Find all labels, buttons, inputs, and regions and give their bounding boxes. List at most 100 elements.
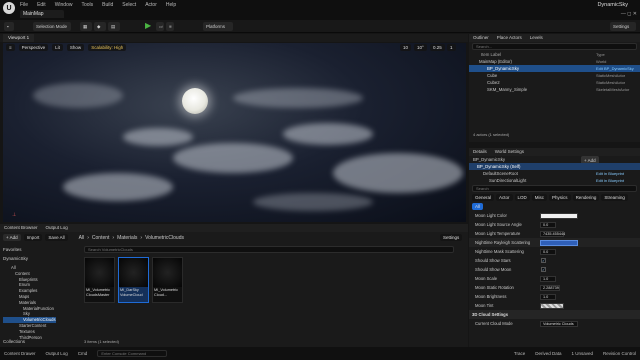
grid-snap[interactable]: 1 (447, 44, 456, 51)
tab-details[interactable]: Details (473, 149, 487, 155)
unsaved-button[interactable]: 1 Unsaved (571, 351, 593, 356)
path-volumetricclouds[interactable]: VolumetricClouds (145, 235, 184, 241)
content-search[interactable]: Search VolumetricClouds (84, 246, 454, 253)
table-row[interactable]: Cube2 StaticMeshActor (469, 79, 640, 86)
viewport-scene[interactable] (3, 43, 466, 222)
filter-tabs: General Actor LOD Misc Physics Rendering… (469, 193, 640, 211)
select-mode-dropdown[interactable]: Selection Mode (33, 22, 71, 31)
stop-icon[interactable]: ■ (166, 22, 174, 31)
asset-tile[interactable]: MI_Volumetric Cloud... (152, 257, 183, 303)
path-materials[interactable]: Materials (117, 235, 137, 241)
lit-button[interactable]: Lit (52, 44, 63, 51)
checkbox[interactable]: ✓ (541, 258, 546, 263)
menu-window[interactable]: Window (55, 2, 73, 8)
edit-blueprint-link[interactable]: Edit in Blueprint (596, 171, 624, 176)
color-swatch[interactable] (540, 212, 578, 219)
show-button[interactable]: Show (66, 44, 85, 51)
filter-physics[interactable]: Physics (549, 194, 571, 201)
prop-value[interactable]: 0.0 (540, 248, 556, 255)
grid-size[interactable]: 10 (400, 44, 412, 51)
viewport-menu-icon[interactable]: ≡ (6, 44, 15, 51)
collections-header[interactable]: Collections (3, 339, 25, 344)
prop-value[interactable]: 1.0 (540, 275, 556, 282)
component-row[interactable]: SunDirectionalLight Edit in Blueprint (469, 177, 640, 184)
import-button[interactable]: Import (23, 234, 43, 241)
color-swatch[interactable] (540, 302, 564, 309)
derived-data-button[interactable]: Derived Data (535, 351, 561, 356)
cloud (283, 123, 373, 145)
cloud-mode-dropdown[interactable]: Volumetric Clouds (540, 320, 578, 327)
menu-actor[interactable]: Actor (145, 2, 157, 8)
component-row[interactable]: DefaultSceneRoot Edit in Blueprint (469, 170, 640, 177)
sequence-icon[interactable]: ▤ (108, 22, 120, 31)
platforms-dropdown[interactable]: Platforms (203, 22, 233, 31)
tab-content-browser[interactable]: Content Browser (4, 225, 38, 231)
filter-actor[interactable]: Actor (496, 194, 513, 201)
table-row[interactable]: SKM_Manny_Simple SkeletalMeshActor (469, 86, 640, 93)
output-log-button[interactable]: Output Log (46, 351, 68, 356)
checkbox[interactable]: ✓ (541, 267, 546, 272)
favorites-header[interactable]: Favorites (3, 247, 22, 252)
asset-tile[interactable]: MI_Volumetric CloudsMaster (84, 257, 115, 303)
tab-world-settings[interactable]: World Settings (495, 149, 524, 155)
play-icon[interactable]: ▶ (145, 21, 151, 30)
prop-value[interactable]: 0.0 (540, 221, 556, 228)
trace-button[interactable]: Trace (514, 351, 525, 356)
project-header[interactable]: DynamicSky (3, 256, 28, 261)
filter-all[interactable]: All (472, 203, 484, 210)
filter-general[interactable]: General (472, 194, 495, 201)
prop-value[interactable]: 1.0 (540, 293, 556, 300)
scalability-label[interactable]: Scalability: High (88, 44, 127, 51)
blueprint-icon[interactable]: ◆ (94, 22, 106, 31)
angle-snap[interactable]: 10° (414, 44, 427, 51)
settings-button[interactable]: Settings (610, 22, 636, 31)
table-row[interactable]: BP_DynamicSky Edit BP_DynamicSky (469, 65, 640, 72)
table-row[interactable]: MainMap (Editor) World (469, 58, 640, 65)
details-search[interactable]: Search (472, 185, 637, 192)
tab-outliner[interactable]: Outliner (473, 35, 489, 41)
add-button[interactable]: + Add (3, 234, 21, 241)
content-drawer-button[interactable]: Content Drawer (4, 351, 36, 356)
component-self[interactable]: BP_DynamicSky (Self) (469, 163, 640, 170)
save-icon[interactable]: ▪ (4, 22, 14, 31)
menu-edit[interactable]: Edit (37, 2, 46, 8)
perspective-button[interactable]: Perspective (18, 44, 49, 51)
camera-speed[interactable]: 0.25 (430, 44, 445, 51)
menu-select[interactable]: Select (122, 2, 136, 8)
menu-tools[interactable]: Tools (81, 2, 93, 8)
unreal-logo[interactable]: U (3, 2, 15, 14)
path-content[interactable]: Content (92, 235, 110, 241)
section-header[interactable]: 3D Cloud Settings (469, 310, 640, 319)
color-swatch[interactable] (540, 239, 578, 246)
menu-build[interactable]: Build (102, 2, 113, 8)
table-row[interactable]: Cube StaticMeshActor (469, 72, 640, 79)
tab-place-actors[interactable]: Place Actors (497, 35, 522, 41)
level-tab[interactable]: MainMap (20, 10, 64, 18)
edit-blueprint-link[interactable]: Edit in Blueprint (596, 178, 624, 183)
viewport-tab[interactable]: Viewport 1 (3, 34, 35, 42)
content-icon[interactable]: ▦ (80, 22, 92, 31)
filter-rendering[interactable]: Rendering (572, 194, 600, 201)
window-controls[interactable]: — ◻ ✕ (621, 11, 637, 17)
prop-value[interactable]: 7435.455444 (540, 230, 565, 237)
filter-lod[interactable]: LOD (514, 194, 530, 201)
menu-file[interactable]: File (20, 2, 28, 8)
asset-tile[interactable]: MI_DarSky VolumeCloud (118, 257, 149, 303)
cmd-dropdown[interactable]: Cmd (78, 351, 88, 356)
menu-help[interactable]: Help (166, 2, 176, 8)
skip-icon[interactable]: ⏭ (156, 22, 164, 31)
actor-name-label: BP_DynamicSky (473, 157, 505, 162)
tab-output-log[interactable]: Output Log (46, 225, 68, 231)
row-type[interactable]: Edit BP_DynamicSky (596, 66, 634, 71)
path-all[interactable]: All (79, 235, 85, 241)
prop-value[interactable]: 2.288739 (540, 284, 560, 291)
outliner-search[interactable]: Search... (472, 43, 637, 50)
revision-control-button[interactable]: Revision Control (603, 351, 636, 356)
tab-levels[interactable]: Levels (530, 35, 543, 41)
prop-row: Should Show Stars ✓ (469, 256, 640, 265)
filter-misc[interactable]: Misc (531, 194, 548, 201)
console-input[interactable]: Enter Console Command (97, 350, 168, 357)
save-all-button[interactable]: Save All (45, 234, 68, 241)
content-settings-button[interactable]: Settings (440, 234, 463, 241)
filter-streaming[interactable]: Streaming (601, 194, 628, 201)
